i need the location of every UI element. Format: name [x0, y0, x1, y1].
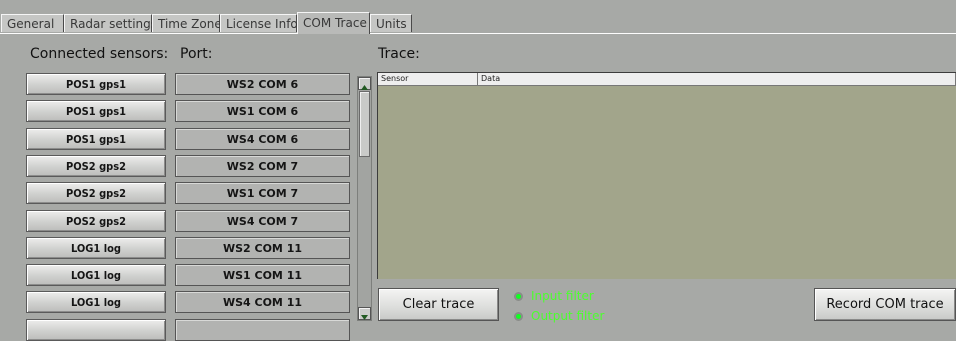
output-filter-indicator[interactable]: Output filter [514, 309, 604, 323]
port-field: WS2 COM 7 [175, 155, 350, 177]
record-com-trace-button[interactable]: Record COM trace [814, 288, 956, 321]
sensor-button[interactable]: LOG1 log [26, 264, 166, 286]
port-field: WS4 COM 11 [175, 291, 350, 313]
sensor-button[interactable]: LOG1 log [26, 237, 166, 259]
sensor-button[interactable]: POS2 gps2 [26, 155, 166, 177]
port-field: WS4 COM 7 [175, 210, 350, 232]
input-filter-indicator[interactable]: Input filter [514, 289, 594, 303]
tab-com-trace[interactable]: COM Trace [297, 12, 370, 34]
port-field: WS4 COM 6 [175, 128, 350, 150]
sensor-button[interactable]: LOG1 log [26, 291, 166, 313]
tab-general[interactable]: General [1, 14, 64, 32]
trace-column-data[interactable]: Data [478, 73, 956, 86]
output-filter-led-icon [514, 311, 523, 321]
tab-time-zone[interactable]: Time Zone [152, 14, 222, 32]
connected-sensors-header: Connected sensors: [30, 46, 169, 62]
port-field-partial [175, 319, 350, 341]
sensor-button[interactable]: POS1 gps1 [26, 128, 166, 150]
tab-units[interactable]: Units [370, 14, 412, 32]
sensor-button[interactable]: POS2 gps2 [26, 210, 166, 232]
scroll-up-button[interactable] [358, 77, 371, 90]
port-field: WS1 COM 7 [175, 182, 350, 204]
input-filter-label: Input filter [531, 289, 594, 303]
sensor-button-partial[interactable] [26, 319, 166, 341]
sensor-button[interactable]: POS1 gps1 [26, 73, 166, 95]
port-field: WS1 COM 11 [175, 264, 350, 286]
tab-radar-settings[interactable]: Radar settings [64, 14, 157, 32]
sensor-button[interactable]: POS1 gps1 [26, 100, 166, 122]
arrow-down-icon [361, 315, 368, 320]
tab-license-info[interactable]: License Info [220, 14, 298, 32]
scroll-down-button[interactable] [358, 307, 371, 320]
port-field: WS2 COM 6 [175, 73, 350, 95]
output-filter-label: Output filter [531, 309, 605, 323]
port-field: WS2 COM 11 [175, 237, 350, 259]
port-header: Port: [180, 46, 213, 62]
input-filter-led-icon [514, 291, 523, 301]
tab-bar: General Radar settings Time Zone License… [0, 12, 956, 34]
port-field: WS1 COM 6 [175, 100, 350, 122]
trace-column-sensor[interactable]: Sensor [378, 73, 478, 86]
trace-header: Trace: [378, 46, 420, 62]
trace-table[interactable]: Sensor Data [377, 72, 956, 279]
scroll-thumb[interactable] [359, 91, 370, 157]
sensor-button[interactable]: POS2 gps2 [26, 182, 166, 204]
sensor-list-scrollbar[interactable] [357, 76, 372, 321]
clear-trace-button[interactable]: Clear trace [378, 288, 499, 321]
